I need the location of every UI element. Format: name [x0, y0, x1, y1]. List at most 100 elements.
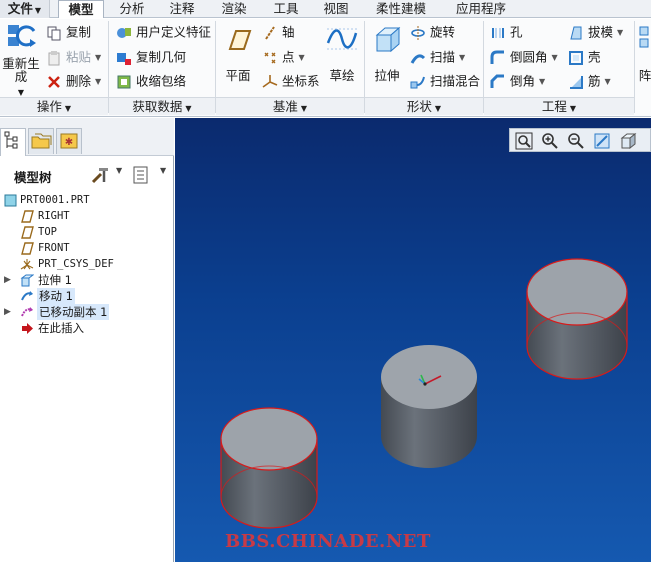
hole-icon [492, 27, 504, 38]
shrinkwrap-icon [117, 75, 131, 88]
extrude-button[interactable]: 拉伸 [368, 23, 406, 84]
rib-icon [570, 75, 583, 89]
datum-axis-button[interactable]: 轴 [262, 21, 295, 43]
coordinate-system-icon [262, 74, 278, 88]
group-operations[interactable]: 操作 ▼ [0, 97, 108, 115]
pattern-label: 阵 [638, 68, 651, 83]
tab-file[interactable]: 文件 ▼ [0, 0, 50, 18]
expand-arrow-icon[interactable]: ▶ [4, 272, 11, 288]
cylinder-middle[interactable] [381, 345, 477, 468]
sketch-button[interactable]: 草绘 [322, 23, 362, 84]
tab-model-tree[interactable] [0, 128, 26, 156]
datum-csys-button[interactable]: 坐标系 [262, 70, 320, 92]
datum-plane-button[interactable]: 平面 [220, 23, 256, 84]
chevron-down-icon: ▼ [569, 104, 577, 113]
cylinder-right[interactable] [526, 258, 628, 380]
shrinkwrap-button[interactable]: 收缩包络 [116, 70, 186, 92]
coordinate-system-icon [20, 259, 34, 270]
pattern-button[interactable]: 阵 [638, 23, 651, 84]
tab-folder-browser[interactable] [28, 128, 54, 154]
regenerate-label: 重新生成 [2, 56, 40, 84]
tab-flexible-modeling[interactable]: 柔性建模 [366, 0, 436, 18]
expand-arrow-icon[interactable]: ▶ [4, 304, 11, 320]
cylinder-left[interactable] [220, 407, 318, 529]
swept-blend-button[interactable]: 扫描混合 [410, 70, 480, 92]
tree-node-label: RIGHT [38, 210, 70, 222]
group-datum[interactable]: 基准 ▼ [216, 97, 364, 115]
regenerate-button[interactable]: 重新生成 ▼ [2, 21, 40, 98]
paste-label: 粘贴 [66, 49, 92, 65]
round-button[interactable]: 倒圆角 ▼ [490, 46, 558, 68]
sweep-label: 扫描 [430, 49, 456, 65]
hole-label: 孔 [510, 24, 523, 40]
tab-favorites[interactable]: ✱ [56, 128, 82, 154]
group-engineering[interactable]: 工程 ▼ [484, 97, 634, 115]
group-get-data[interactable]: 获取数据 ▼ [109, 97, 215, 115]
extrude-label: 拉伸 [374, 68, 400, 83]
chevron-down-icon[interactable]: ▼ [160, 166, 166, 175]
chamfer-button[interactable]: 倒角 ▼ [490, 70, 545, 92]
tab-view[interactable]: 视图 [316, 0, 356, 18]
copy-geometry-button[interactable]: 复制几何 [116, 46, 186, 68]
tab-tools[interactable]: 工具 [266, 0, 306, 18]
tab-annotation[interactable]: 注释 [162, 0, 202, 18]
sweep-icon [410, 53, 426, 64]
delete-button[interactable]: 删除 ▼ [46, 70, 101, 92]
move-icon [21, 291, 33, 301]
udf-icon [117, 27, 131, 38]
shrinkwrap-label: 收缩包络 [136, 73, 187, 89]
tree-node-label: FRONT [38, 242, 70, 254]
chevron-down-icon: ▼ [64, 104, 72, 113]
copy-geometry-label: 复制几何 [136, 49, 187, 65]
tree-node-label: PRT0001.PRT [20, 194, 90, 206]
tree-node-label: TOP [38, 226, 57, 238]
rib-label: 筋 [588, 73, 601, 89]
model-tree-title: 模型树 [14, 170, 52, 185]
draft-button[interactable]: 拔模 ▼ [568, 21, 623, 43]
group-datum-label: 基准 [272, 99, 298, 114]
show-options-button[interactable] [132, 165, 150, 188]
copy-button[interactable]: 复制 [46, 21, 91, 43]
shell-button[interactable]: 壳 [568, 46, 601, 68]
extrude-icon [375, 26, 401, 53]
insert-arrow-icon [22, 323, 33, 334]
chevron-down-icon: ▼ [300, 104, 308, 113]
model-scene[interactable] [175, 118, 651, 562]
chevron-down-icon: ▼ [185, 104, 192, 113]
list-icon [133, 166, 148, 184]
datum-plane-label: 平面 [225, 68, 251, 83]
navigator-tabs: ✱ [0, 118, 174, 156]
chevron-down-icon: ▼ [551, 52, 558, 62]
datum-point-button[interactable]: 点 ▼ [262, 46, 305, 68]
moved-copy-icon [21, 307, 33, 317]
copy-icon [47, 26, 61, 40]
extrude-icon [20, 274, 34, 287]
tab-file-label: 文件 [7, 1, 33, 16]
tree-node-label: 在此插入 [38, 321, 84, 335]
tools-icon [91, 168, 108, 184]
udf-button[interactable]: 用户定义特征 [116, 21, 211, 43]
delete-icon [48, 75, 60, 88]
ribbon-tab-bar: 文件 ▼ 模型 分析 注释 渲染 工具 视图 柔性建模 应用程序 [0, 0, 651, 18]
tab-applications[interactable]: 应用程序 [446, 0, 516, 18]
group-shapes[interactable]: 形状 ▼ [365, 97, 483, 115]
revolve-button[interactable]: 旋转 [410, 21, 455, 43]
favorites-icon: ✱ [60, 133, 78, 149]
hole-button[interactable]: 孔 [490, 21, 523, 43]
chevron-down-icon: ▼ [95, 52, 102, 62]
tab-render[interactable]: 渲染 [214, 0, 254, 18]
graphics-viewport[interactable]: BBS.CHINADE.NET [175, 118, 651, 562]
datum-plane-icon [21, 210, 34, 223]
tree-node-label: 已移动副本 1 [37, 304, 110, 320]
chamfer-icon [490, 74, 504, 88]
datum-axis-label: 轴 [282, 24, 295, 40]
paste-button[interactable]: 粘贴 ▼ [46, 46, 101, 68]
tab-analysis[interactable]: 分析 [112, 0, 152, 18]
tree-node-label: PRT_CSYS_DEF [38, 258, 114, 270]
rib-button[interactable]: 筋 ▼ [568, 70, 611, 92]
tab-model[interactable]: 模型 [58, 0, 104, 18]
chevron-down-icon[interactable]: ▼ [116, 166, 122, 175]
settings-tools-button[interactable] [90, 165, 112, 188]
draft-icon [570, 26, 582, 39]
sweep-button[interactable]: 扫描 ▼ [410, 46, 465, 68]
